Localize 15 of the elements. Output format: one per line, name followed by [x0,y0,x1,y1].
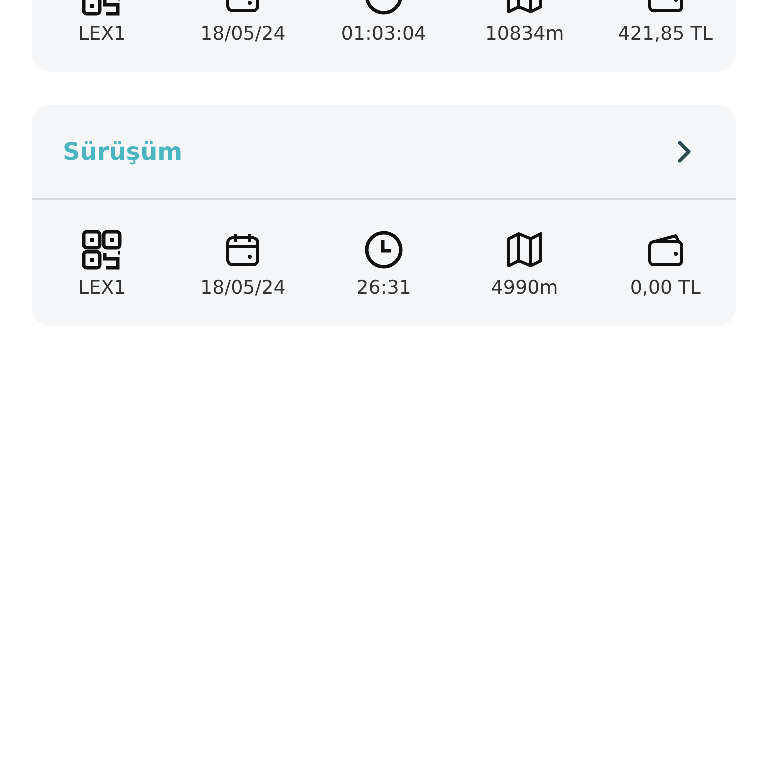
stat-value: 421,85 TL [618,23,713,45]
stat-value: 10834m [485,23,564,45]
stat-value: LEX1 [78,277,126,299]
stat-value: 18/05/24 [200,277,286,299]
stat-value: 0,00 TL [630,277,701,299]
stat-value: 01:03:04 [341,23,427,45]
stat-value: 26:31 [356,277,412,299]
stat-value: 4990m [491,277,558,299]
trip-card[interactable]: Sürüşüm LEX1 18/05/24 26:31 4990m 0,00 TL [32,105,736,326]
card-title: Sürüşüm [63,138,183,166]
trip-card[interactable]: LEX1 18/05/24 01:03:04 10834m 421,85 TL [32,0,736,72]
qr-code-icon [82,230,122,270]
stat-value: 18/05/24 [200,23,286,45]
map-icon [506,232,543,268]
stat-value: LEX1 [78,23,126,45]
